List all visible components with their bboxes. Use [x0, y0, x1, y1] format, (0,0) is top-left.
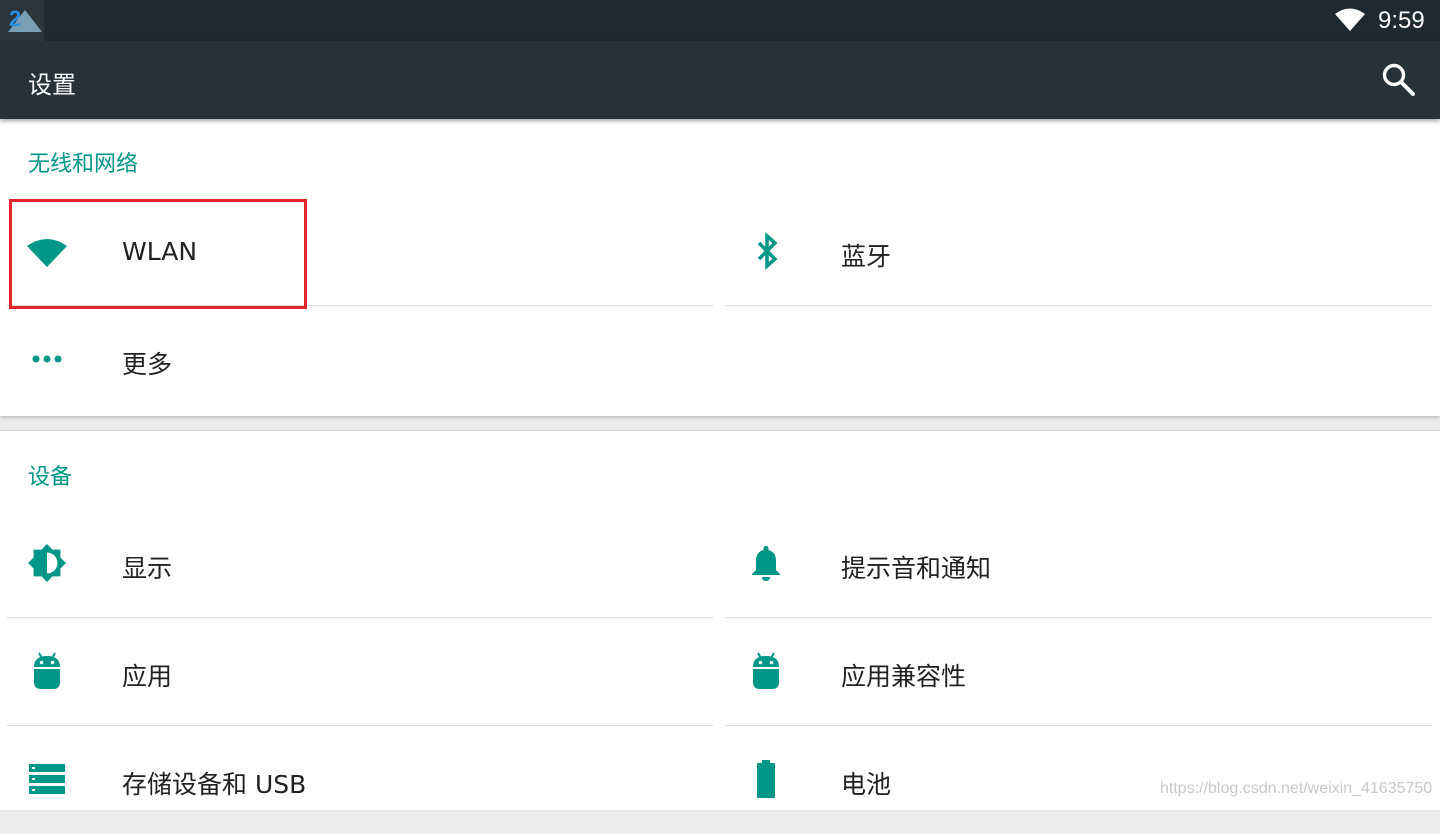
settings-item-label: 存储设备和 USB: [122, 770, 307, 799]
settings-item-sound-notification[interactable]: 提示音和通知: [726, 511, 1432, 618]
bluetooth-icon: [757, 232, 778, 270]
device-card: 设备 显示 提示音和通知 应用 应用兼容性 存储设备和 USB 电池: [0, 431, 1440, 810]
settings-item-display[interactable]: 显示: [7, 511, 713, 618]
storage-icon: [29, 764, 65, 794]
section-title-wireless: 无线和网络: [28, 152, 139, 177]
settings-item-label: 更多: [122, 350, 173, 379]
status-bar: 2 9:59: [0, 0, 1440, 41]
settings-item-label: 蓝牙: [841, 242, 892, 271]
app-notification-text: 2: [9, 6, 21, 31]
settings-item-app-compatibility[interactable]: 应用兼容性: [726, 619, 1432, 726]
settings-item-bluetooth[interactable]: 蓝牙: [726, 199, 1432, 306]
settings-item-label: 应用兼容性: [841, 662, 967, 691]
watermark: https://blog.csdn.net/weixin_41635750: [1160, 780, 1433, 797]
settings-item-label: 显示: [122, 554, 173, 583]
brightness-icon: [28, 544, 66, 582]
search-icon[interactable]: [1380, 61, 1418, 99]
settings-item-apps[interactable]: 应用: [7, 619, 713, 726]
clock: 9:59: [1378, 7, 1425, 34]
highlight-box: [9, 199, 307, 309]
more-dots-icon: [32, 355, 62, 363]
settings-item-storage-usb[interactable]: 存储设备和 USB: [7, 727, 713, 834]
wifi-icon: [1335, 8, 1365, 31]
section-title-device: 设备: [28, 465, 73, 490]
settings-item-label: 提示音和通知: [841, 554, 992, 583]
page-title: 设置: [28, 71, 76, 99]
bell-icon: [752, 546, 780, 581]
settings-item-more[interactable]: 更多: [7, 307, 713, 414]
battery-icon: [757, 760, 775, 798]
android-icon: [753, 652, 779, 689]
settings-item-label: 应用: [122, 662, 173, 691]
android-icon: [34, 652, 60, 689]
app-bar: 设置: [0, 41, 1440, 119]
app-notification-icon: 2: [0, 0, 44, 41]
settings-item-label: 电池: [841, 770, 892, 799]
